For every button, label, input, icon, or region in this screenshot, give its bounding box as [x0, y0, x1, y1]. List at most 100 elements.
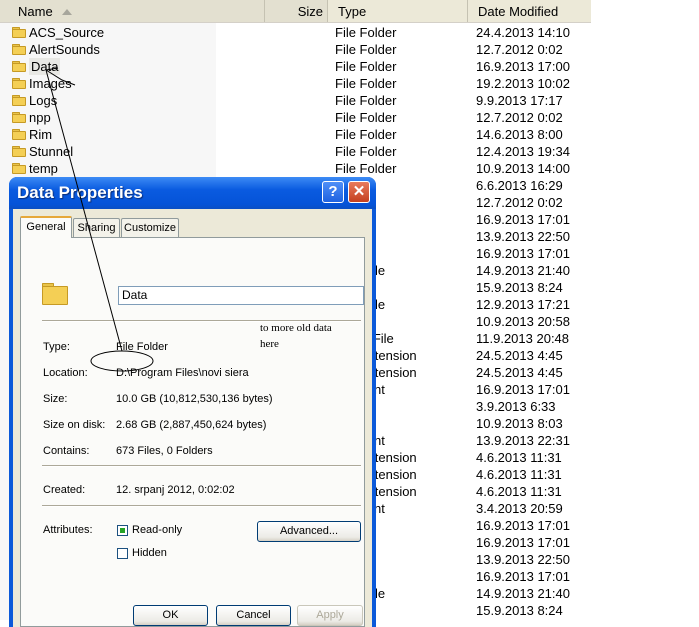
file-type: File Folder: [335, 25, 397, 40]
file-name: Stunnel: [29, 144, 74, 159]
file-name: npp: [29, 110, 51, 125]
tab-general[interactable]: General: [20, 216, 72, 238]
annotation-text: to more old data here: [260, 320, 332, 352]
file-date-modified: 16.9.2013 17:01: [476, 212, 570, 227]
table-row[interactable]: npp File Folder 12.7.2012 0:02: [0, 109, 600, 126]
folder-icon: [42, 283, 68, 305]
folder-icon: [12, 61, 27, 72]
file-name: AlertSounds: [29, 42, 100, 57]
file-date-modified: 10.9.2013 14:00: [476, 161, 570, 176]
file-date-modified: 16.9.2013 17:01: [476, 518, 570, 533]
file-date-modified: 24.5.2013 4:45: [476, 365, 563, 380]
file-date-modified: 24.5.2013 4:45: [476, 348, 563, 363]
folder-icon: [12, 44, 27, 55]
file-date-modified: 9.9.2013 17:17: [476, 93, 563, 108]
table-row[interactable]: AlertSounds File Folder 12.7.2012 0:02: [0, 41, 600, 58]
table-row[interactable]: Stunnel File Folder 12.4.2013 19:34: [0, 143, 600, 160]
size-on-disk-label: Size on disk:: [43, 419, 106, 431]
advanced-button[interactable]: Advanced...: [257, 521, 361, 542]
file-date-modified: 12.7.2012 0:02: [476, 42, 563, 57]
read-only-checkbox[interactable]: [117, 525, 128, 536]
contains-value: 673 Files, 0 Folders: [116, 445, 213, 457]
file-date-modified: 4.6.2013 11:31: [476, 484, 562, 499]
ok-button[interactable]: OK: [133, 605, 208, 626]
file-date-modified: 13.9.2013 22:31: [476, 433, 570, 448]
column-header-name-label: Name: [18, 4, 53, 19]
help-icon: ?: [328, 183, 338, 200]
divider: [42, 505, 361, 507]
file-date-modified: 11.9.2013 20:48: [476, 331, 570, 346]
close-button[interactable]: ✕: [348, 181, 370, 203]
created-label: Created:: [43, 484, 86, 496]
folder-icon: [12, 78, 27, 89]
table-row[interactable]: temp File Folder 10.9.2013 14:00: [0, 160, 600, 177]
file-date-modified: 13.9.2013 22:50: [476, 552, 570, 567]
dialog-title: Data Properties: [17, 183, 143, 202]
help-button[interactable]: ?: [322, 181, 344, 203]
dialog-title-bar[interactable]: Data Properties ? ✕: [9, 177, 376, 209]
folder-name-input[interactable]: Data: [118, 286, 364, 305]
sort-ascending-icon: [62, 9, 72, 15]
hidden-checkbox[interactable]: [117, 548, 128, 559]
file-date-modified: 15.9.2013 8:24: [476, 280, 563, 295]
folder-icon: [12, 129, 27, 140]
type-label: Type:: [43, 341, 70, 353]
file-date-modified: 16.9.2013 17:01: [476, 246, 570, 261]
tab-customize[interactable]: Customize: [121, 218, 179, 237]
column-header-type[interactable]: Type: [328, 0, 468, 22]
file-date-modified: 14.6.2013 8:00: [476, 127, 563, 142]
table-row[interactable]: Rim File Folder 14.6.2013 8:00: [0, 126, 600, 143]
file-type: File Folder: [335, 42, 397, 57]
dialog-body: General Sharing Customize Data Type: Fil…: [13, 209, 372, 627]
table-row[interactable]: ACS_Source File Folder 24.4.2013 14:10: [0, 24, 600, 41]
location-label: Location:: [43, 367, 88, 379]
column-header-date-modified[interactable]: Date Modified: [468, 0, 591, 22]
file-name: ACS_Source: [29, 25, 105, 40]
table-row[interactable]: Data File Folder 16.9.2013 17:00: [0, 58, 600, 75]
file-date-modified: 3.9.2013 6:33: [476, 399, 556, 414]
created-value: 12. srpanj 2012, 0:02:02: [116, 484, 235, 496]
column-header-size[interactable]: Size: [264, 0, 328, 22]
file-type: File Folder: [335, 110, 397, 125]
file-date-modified: 16.9.2013 17:01: [476, 569, 570, 584]
size-value: 10.0 GB (10,812,530,136 bytes): [116, 393, 273, 405]
table-row[interactable]: Images File Folder 19.2.2013 10:02: [0, 75, 600, 92]
file-date-modified: 16.9.2013 17:00: [476, 59, 570, 74]
file-date-modified: 10.9.2013 8:03: [476, 416, 563, 431]
file-name: Data: [29, 58, 61, 75]
file-type: File Folder: [335, 144, 397, 159]
divider: [42, 465, 361, 467]
folder-icon: [12, 112, 27, 123]
file-date-modified: 24.4.2013 14:10: [476, 25, 570, 40]
file-date-modified: 13.9.2013 22:50: [476, 229, 570, 244]
file-name: Images: [29, 76, 72, 91]
file-name: Logs: [29, 93, 58, 108]
hidden-label[interactable]: Hidden: [132, 547, 167, 559]
file-date-modified: 10.9.2013 20:58: [476, 314, 570, 329]
file-date-modified: 16.9.2013 17:01: [476, 382, 570, 397]
read-only-label[interactable]: Read-only: [132, 524, 182, 536]
file-type: File Folder: [335, 59, 397, 74]
file-date-modified: 3.4.2013 20:59: [476, 501, 563, 516]
column-header-bar: Name Size Type Date Modified: [0, 0, 591, 23]
file-date-modified: 4.6.2013 11:31: [476, 450, 562, 465]
file-date-modified: 16.9.2013 17:01: [476, 535, 570, 550]
file-date-modified: 14.9.2013 21:40: [476, 586, 570, 601]
cancel-button[interactable]: Cancel: [216, 605, 291, 626]
file-date-modified: 14.9.2013 21:40: [476, 263, 570, 278]
file-name: Rim: [29, 127, 53, 142]
file-name: temp: [29, 161, 58, 176]
tab-sharing[interactable]: Sharing: [73, 218, 120, 237]
file-date-modified: 15.9.2013 8:24: [476, 603, 563, 618]
file-date-modified: 12.7.2012 0:02: [476, 195, 563, 210]
file-date-modified: 12.4.2013 19:34: [476, 144, 570, 159]
size-on-disk-value: 2.68 GB (2,887,450,624 bytes): [116, 419, 267, 431]
general-tab-panel: Data Type: File Folder Location: D:\Prog…: [20, 237, 365, 627]
file-type: File Folder: [335, 76, 397, 91]
properties-dialog: Data Properties ? ✕ General Sharing Cust…: [9, 177, 376, 627]
file-type: File Folder: [335, 127, 397, 142]
apply-button[interactable]: Apply: [297, 605, 363, 626]
table-row[interactable]: Logs File Folder 9.9.2013 17:17: [0, 92, 600, 109]
file-date-modified: 12.7.2012 0:02: [476, 110, 563, 125]
file-date-modified: 6.6.2013 16:29: [476, 178, 563, 193]
